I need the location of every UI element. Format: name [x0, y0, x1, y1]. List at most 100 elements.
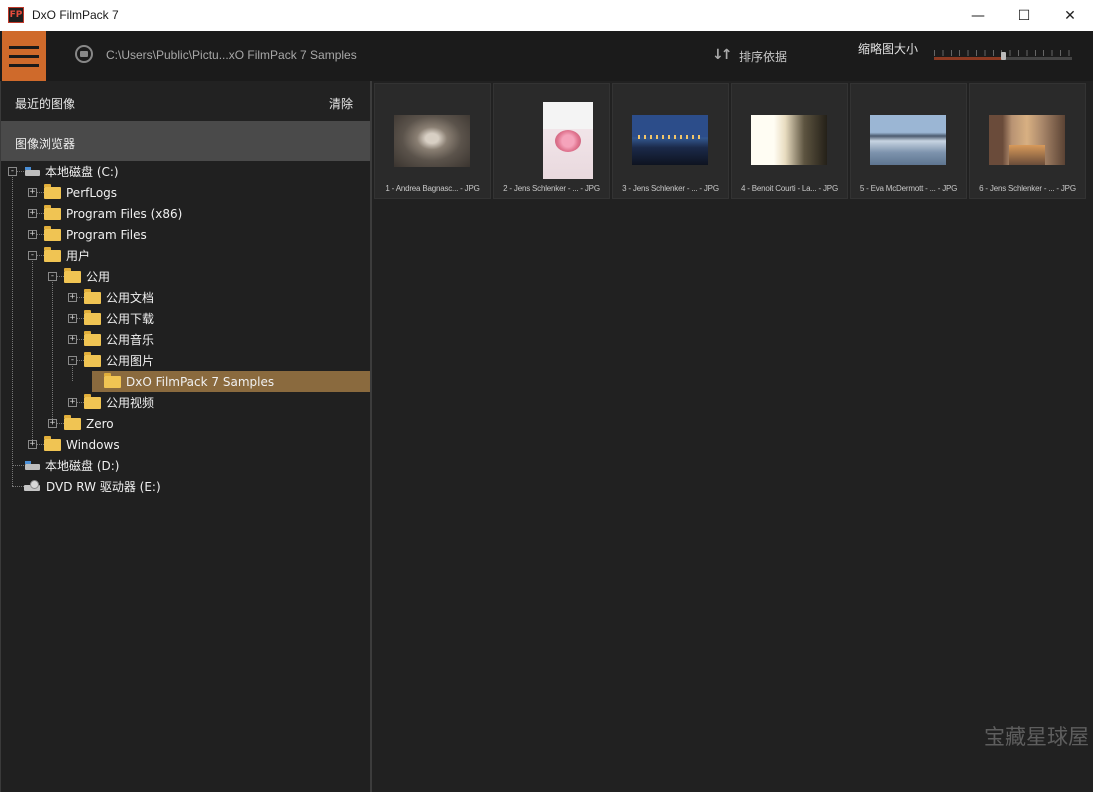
tree-item[interactable]: Program Files [44, 224, 147, 245]
tree-item[interactable]: Windows [44, 434, 120, 455]
sort-button[interactable]: 排序依据 [739, 48, 787, 65]
image-browser-label: 图像浏览器 [15, 137, 76, 151]
close-button[interactable]: ✕ [1047, 0, 1093, 31]
minimize-button[interactable]: — [955, 0, 1001, 31]
folder-icon [44, 204, 61, 220]
tree-item-label: 公用文档 [106, 291, 155, 305]
thumbnail[interactable]: 6 - Jens Schlenker - ... - JPG [969, 83, 1086, 199]
thumbnail-size-slider[interactable] [934, 50, 1072, 62]
folder-icon [64, 267, 81, 283]
expand-icon[interactable]: + [68, 293, 77, 302]
drive-indicator [25, 166, 31, 170]
thumbnail-image[interactable] [394, 115, 470, 167]
recent-images-label[interactable]: 最近的图像 [15, 95, 75, 112]
menu-icon-line [9, 63, 39, 67]
tree-item[interactable]: 本地磁盘 (C:) [24, 161, 119, 182]
folder-icon [84, 288, 101, 304]
tree-item-label: 公用音乐 [106, 333, 155, 347]
title-bar: FP DxO FilmPack 7 — ☐ ✕ [0, 0, 1093, 31]
thumbnail-caption: 6 - Jens Schlenker - ... - JPG [979, 184, 1076, 193]
collapse-icon[interactable]: - [48, 272, 57, 281]
tree-item[interactable]: 公用文档 [84, 287, 154, 308]
clear-recent-button[interactable]: 清除 [329, 95, 353, 112]
tree-item[interactable]: 公用视频 [84, 392, 154, 413]
maximize-button[interactable]: ☐ [1001, 0, 1047, 31]
tree-item-label: 用户 [66, 249, 91, 263]
current-path[interactable]: C:\Users\Public\Pictu...xO FilmPack 7 Sa… [106, 48, 357, 62]
watermark-text: 宝藏星球屋 [984, 725, 1089, 749]
tree-item-label: Windows [66, 437, 120, 452]
expand-icon[interactable]: + [48, 419, 57, 428]
thumbnail[interactable]: 5 - Eva McDermott - ... - JPG [850, 83, 967, 199]
folder-icon [44, 183, 61, 199]
tree-item[interactable]: 公用图片 [84, 350, 154, 371]
image-browser-header[interactable]: 图像浏览器 [1, 121, 371, 161]
thumbnail[interactable]: 2 - Jens Schlenker - ... - JPG [493, 83, 610, 199]
collapse-icon[interactable]: - [68, 356, 77, 365]
thumbnail-caption: 4 - Benoit Courti - La... - JPG [741, 184, 838, 193]
thumbnail-image[interactable] [870, 115, 946, 165]
tree-item[interactable]: 公用 [64, 266, 110, 287]
thumbnail[interactable]: 3 - Jens Schlenker - ... - JPG [612, 83, 729, 199]
tree-item-label: 公用视频 [106, 396, 155, 410]
tree-item[interactable]: 公用下载 [84, 308, 154, 329]
folder-path-icon[interactable] [75, 45, 93, 63]
thumbnail-image[interactable] [543, 102, 593, 179]
tree-item-label: DxO FilmPack 7 Samples [126, 374, 275, 389]
expand-icon[interactable]: + [68, 335, 77, 344]
folder-icon [84, 393, 101, 409]
thumbnail-image[interactable] [989, 115, 1065, 165]
drive-body [25, 169, 40, 176]
thumbnail-caption: 5 - Eva McDermott - ... - JPG [859, 184, 958, 193]
expand-icon[interactable]: + [28, 440, 37, 449]
expand-icon[interactable]: + [68, 314, 77, 323]
folder-icon [44, 225, 61, 241]
thumbnail[interactable]: 4 - Benoit Courti - La... - JPG [731, 83, 848, 199]
tree-item-label: 公用下载 [106, 312, 155, 326]
thumbnail-size-label: 缩略图大小 [858, 42, 919, 56]
thumbnail-image[interactable] [632, 115, 708, 165]
tree-item[interactable]: DVD RW 驱动器 (E:) [24, 476, 161, 497]
tree-item[interactable]: 公用音乐 [84, 329, 154, 350]
expand-icon[interactable]: + [68, 398, 77, 407]
collapse-icon[interactable]: - [28, 251, 37, 260]
tree-item[interactable]: DxO FilmPack 7 Samples [92, 371, 383, 392]
folder-icon [64, 414, 81, 430]
app-logo-icon: FP [8, 7, 24, 23]
sort-icon[interactable]: ↓↑ [712, 47, 733, 63]
thumbnail-grid: 1 - Andrea Bagnasc... - JPG 2 - Jens Schl… [374, 83, 1088, 199]
tree-connector [12, 486, 24, 487]
dvd-drive-icon [24, 480, 41, 493]
slider-handle[interactable] [1001, 52, 1006, 60]
tree-item-label: 公用图片 [106, 354, 155, 368]
tree-connector [12, 465, 24, 466]
expand-icon[interactable]: + [28, 230, 37, 239]
tree-item-label: 本地磁盘 (C:) [45, 165, 119, 179]
expand-icon[interactable]: + [28, 209, 37, 218]
thumbnail-caption: 3 - Jens Schlenker - ... - JPG [622, 184, 719, 193]
tree-item[interactable]: 用户 [44, 245, 90, 266]
tree-item[interactable]: Program Files (x86) [44, 203, 182, 224]
slider-fill [934, 57, 1003, 60]
drive-icon [24, 460, 40, 471]
tree-item-label: 本地磁盘 (D:) [45, 459, 120, 473]
tree-connector [32, 255, 33, 444]
collapse-icon[interactable]: - [8, 167, 17, 176]
menu-button[interactable] [2, 31, 46, 81]
folder-icon [44, 435, 61, 451]
expand-icon[interactable]: + [28, 188, 37, 197]
folder-icon [104, 372, 121, 388]
drive-body [25, 463, 40, 470]
folder-icon [44, 246, 61, 262]
window-title: DxO FilmPack 7 [32, 8, 119, 22]
toolbar: C:\Users\Public\Pictu...xO FilmPack 7 Sa… [0, 31, 1093, 81]
thumbnail[interactable]: 1 - Andrea Bagnasc... - JPG [374, 83, 491, 199]
tree-item[interactable]: Zero [64, 413, 114, 434]
tree-item-label: 公用 [86, 270, 111, 284]
tree-connector [12, 171, 13, 486]
thumbnail-image[interactable] [751, 115, 827, 165]
recent-images-header[interactable]: 最近的图像 清除 [1, 81, 371, 121]
tree-item[interactable]: 本地磁盘 (D:) [24, 455, 119, 476]
tree-item[interactable]: PerfLogs [44, 182, 117, 203]
tree-connector [52, 276, 53, 423]
